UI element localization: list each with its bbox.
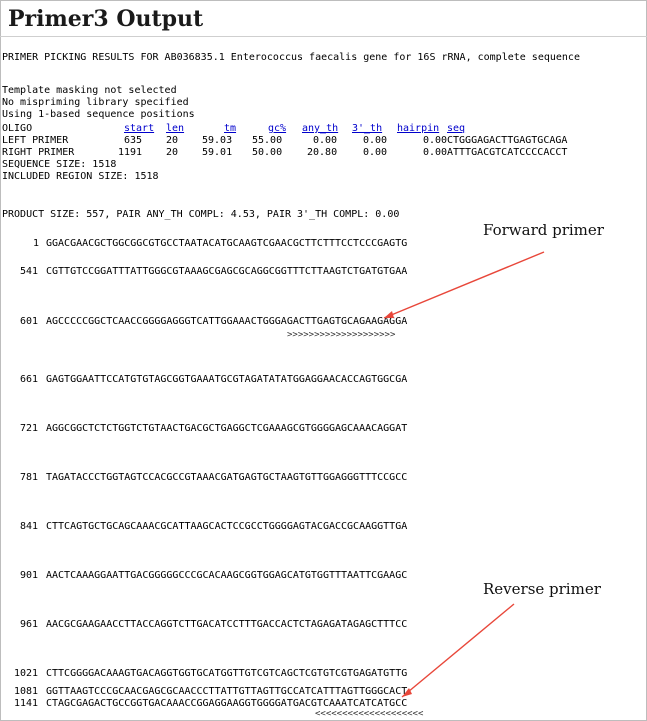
left-primer-3th: 0.00: [363, 135, 388, 146]
seq-bases-901: AACTCAAAGGAATTGACGGGGGCCCGCACAAGCGGTGGAG…: [46, 570, 408, 581]
info-masking: Template masking not selected: [2, 85, 177, 96]
left-primer-label: LEFT PRIMER: [2, 135, 69, 146]
seq-pos-841: 841: [20, 521, 39, 532]
col-oligo-header: OLIGO: [2, 123, 33, 134]
right-primer-gc: 50.00: [252, 147, 283, 158]
seq-pos-781: 781: [20, 472, 39, 483]
forward-primer-marks: >>>>>>>>>>>>>>>>>>>>: [287, 330, 396, 340]
forward-primer-annotation: Forward primer: [483, 221, 604, 239]
left-primer-start: 635: [124, 135, 143, 146]
title-bar: Primer3 Output: [0, 0, 647, 38]
right-primer-label: RIGHT PRIMER: [2, 147, 75, 158]
seq-bases-721: AGGCGGCTCTCTGGTCTGTAACTGACGCTGAGGCTCGAAA…: [46, 423, 408, 434]
info-positions: Using 1-based sequence positions: [2, 109, 195, 120]
seq-bases-1021: CTTCGGGGACAAAGTGACAGGTGGTGCATGGTTGTCGTCA…: [46, 668, 408, 679]
right-primer-seq: ATTTGACGTCATCCCCACCT: [447, 147, 568, 158]
title-divider: [0, 36, 647, 37]
right-primer-tm: 59.01: [202, 147, 233, 158]
sequence-size: SEQUENCE SIZE: 1518: [2, 159, 117, 170]
left-primer-gc: 55.00: [252, 135, 283, 146]
reverse-primer-annotation: Reverse primer: [483, 580, 601, 598]
col-gc-header[interactable]: gc%: [268, 123, 286, 135]
col-tm-header[interactable]: tm: [224, 123, 236, 135]
seq-pos-1021: 1021: [14, 668, 39, 679]
seq-bases-961: AACGCGAAGAACCTTACCAGGTCTTGACATCCTTTGACCA…: [46, 619, 408, 630]
col-seq-header[interactable]: seq: [447, 123, 465, 135]
left-primer-seq: CTGGGAGACTTGAGTGCAGA: [447, 135, 568, 146]
seq-pos-901: 901: [20, 570, 39, 581]
right-primer-len: 20: [166, 147, 179, 158]
info-mispriming: No mispriming library specified: [2, 97, 189, 108]
seq-bases-601: AGCCCCCGGCTCAACCGGGGAGGGTCATTGGAAACTGGGA…: [46, 316, 408, 327]
col-3th-header[interactable]: 3'_th: [352, 123, 382, 135]
reverse-primer-marks: <<<<<<<<<<<<<<<<<<<<: [315, 709, 424, 719]
seq-pos-961: 961: [20, 619, 39, 630]
left-primer-tm: 59.03: [202, 135, 233, 146]
seq-pos-1081: 1081: [14, 686, 39, 697]
results-heading: PRIMER PICKING RESULTS FOR AB036835.1 En…: [2, 52, 580, 63]
right-primer-start: 1191: [118, 147, 143, 158]
left-primer-hairpin: 0.00: [423, 135, 448, 146]
seq-bases-1081: GGTTAAGTCCCGCAACGAGCGCAACCCTTATTGTTAGTTG…: [46, 686, 408, 697]
seq-pos-1: 1: [33, 238, 40, 249]
seq-bases-541: CGTTGTCCGGATTTATTGGGCGTAAAGCGAGCGCAGGCGG…: [46, 266, 408, 277]
col-anyth-header[interactable]: any_th: [302, 123, 338, 135]
seq-pos-541: 541: [20, 266, 39, 277]
seq-bases-1: GGACGAACGCTGGCGGCGTGCCTAATACATGCAAGTCGAA…: [46, 238, 408, 249]
seq-pos-721: 721: [20, 423, 39, 434]
col-len-header[interactable]: len: [166, 123, 184, 135]
right-primer-hairpin: 0.00: [423, 147, 448, 158]
included-region-size: INCLUDED REGION SIZE: 1518: [2, 171, 159, 182]
col-hairpin-header[interactable]: hairpin: [397, 123, 439, 135]
seq-pos-1141: 1141: [14, 698, 39, 709]
primer-table: OLIGO start len tm gc% any_th 3'_th hair…: [2, 123, 647, 183]
seq-pos-601: 601: [20, 316, 39, 327]
right-primer-3th: 0.00: [363, 147, 388, 158]
seq-bases-661: GAGTGGAATTCCATGTGTAGCGGTGAAATGCGTAGATATA…: [46, 374, 408, 385]
seq-bases-841: CTTCAGTGCTGCAGCAAACGCATTAAGCACTCCGCCTGGG…: [46, 521, 408, 532]
right-primer-anyth: 20.80: [307, 147, 338, 158]
seq-pos-661: 661: [20, 374, 39, 385]
col-start-header[interactable]: start: [124, 123, 154, 135]
left-primer-anyth: 0.00: [313, 135, 338, 146]
left-primer-len: 20: [166, 135, 179, 146]
page-title: Primer3 Output: [8, 6, 204, 32]
product-summary: PRODUCT SIZE: 557, PAIR ANY_TH COMPL: 4.…: [2, 209, 400, 220]
seq-bases-781: TAGATACCCTGGTAGTCCACGCCGTAAACGATGAGTGCTA…: [46, 472, 408, 483]
